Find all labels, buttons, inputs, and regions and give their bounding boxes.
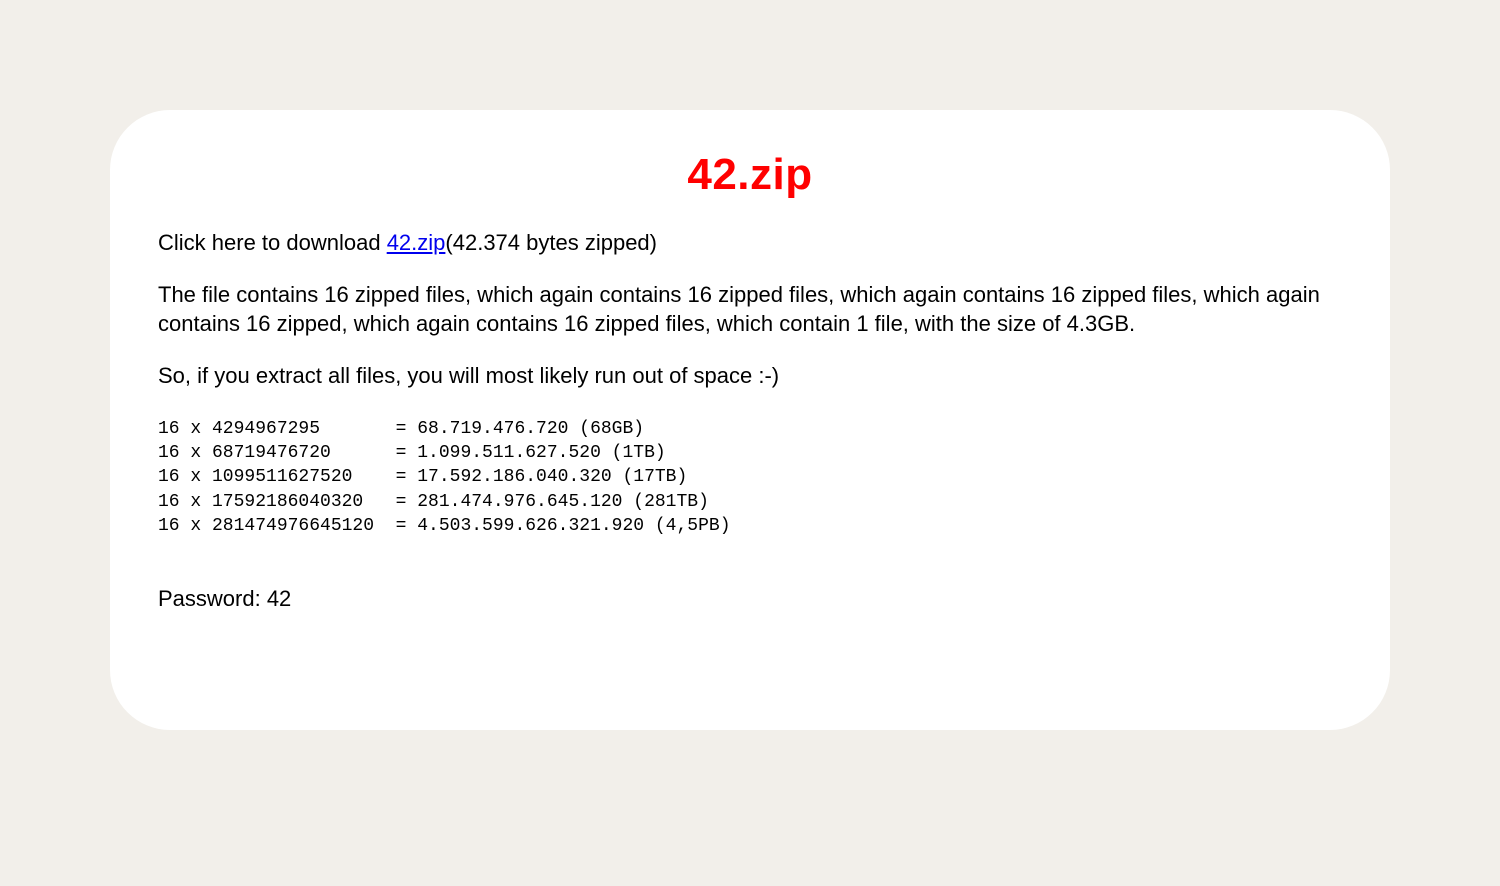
download-paragraph: Click here to download 42.zip(42.374 byt…	[158, 228, 1342, 258]
content-card: 42.zip Click here to download 42.zip(42.…	[110, 110, 1390, 730]
download-suffix: (42.374 bytes zipped)	[445, 230, 657, 255]
description-paragraph: The file contains 16 zipped files, which…	[158, 280, 1342, 339]
calculation-block: 16 x 4294967295 = 68.719.476.720 (68GB) …	[158, 417, 1342, 538]
download-prefix: Click here to download	[158, 230, 387, 255]
warning-paragraph: So, if you extract all files, you will m…	[158, 361, 1342, 391]
page-title: 42.zip	[158, 150, 1342, 200]
download-link[interactable]: 42.zip	[387, 230, 446, 255]
password-line: Password: 42	[158, 586, 1342, 612]
